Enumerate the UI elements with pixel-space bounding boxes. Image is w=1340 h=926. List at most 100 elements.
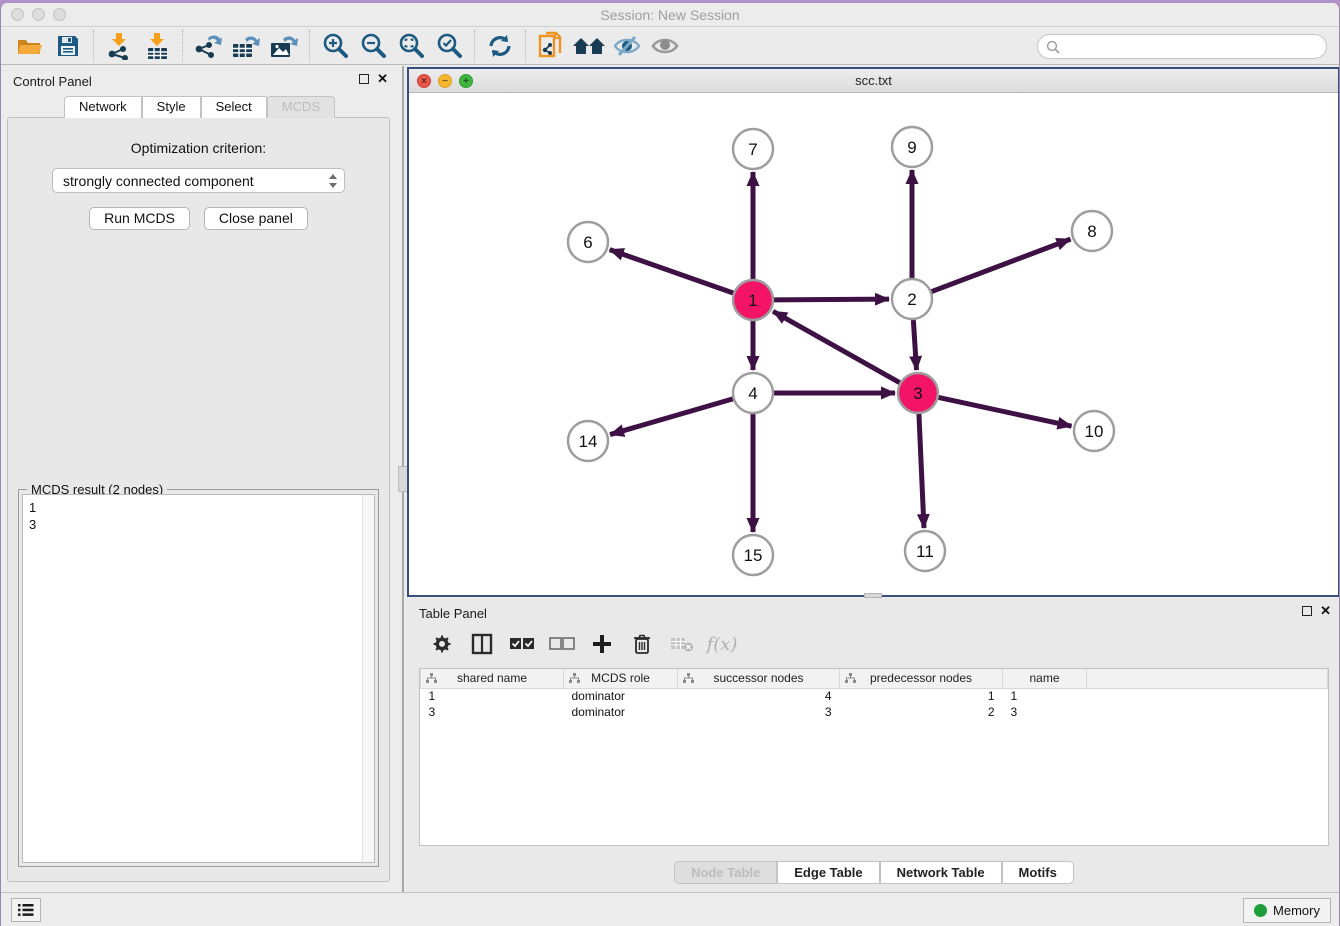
control-panel-close-icon[interactable]: ✕ (377, 74, 388, 84)
network-canvas[interactable]: 7968124314101511 (409, 93, 1338, 595)
tab-style[interactable]: Style (142, 96, 201, 118)
gear-icon (431, 633, 453, 655)
tree-icon (683, 673, 694, 684)
zoom-in-button[interactable] (316, 30, 354, 62)
tab-select[interactable]: Select (201, 96, 267, 118)
cell-name[interactable]: 1 (1003, 688, 1087, 704)
delete-column-button[interactable] (627, 629, 657, 659)
mcds-tab-content: Optimization criterion: strongly connect… (7, 117, 390, 882)
close-panel-button[interactable]: Close panel (204, 207, 308, 230)
edge-3-1[interactable] (773, 311, 900, 382)
tab-network[interactable]: Network (64, 96, 142, 118)
table-row[interactable]: 1dominator411 (421, 688, 1328, 704)
network-graph[interactable]: 7968124314101511 (409, 93, 1338, 595)
cell-successor-nodes[interactable]: 4 (678, 688, 840, 704)
cell-predecessor-nodes[interactable]: 1 (840, 688, 1003, 704)
column-header-predecessor-nodes[interactable]: predecessor nodes (840, 669, 1003, 688)
column-header-successor-nodes[interactable]: successor nodes (678, 669, 840, 688)
gear-button[interactable] (427, 629, 457, 659)
function-builder-button-disabled[interactable]: f(x) (707, 629, 737, 659)
node-table[interactable]: shared nameMCDS rolesuccessor nodesprede… (419, 668, 1329, 846)
network-view-window: × − + scc.txt 7968124314101511 (407, 67, 1340, 597)
table-panel-tabs: Node TableEdge TableNetwork TableMotifs (407, 861, 1340, 884)
cell-name[interactable]: 3 (1003, 704, 1087, 720)
cell-MCDS-role[interactable]: dominator (564, 688, 678, 704)
add-column-button[interactable] (587, 629, 617, 659)
stepper-arrows-icon (328, 173, 338, 189)
home-button[interactable] (570, 30, 608, 62)
select-all-columns-button[interactable] (507, 629, 537, 659)
cell-successor-nodes[interactable]: 3 (678, 704, 840, 720)
export-table-button[interactable] (227, 30, 265, 62)
plus-icon (592, 634, 612, 654)
tab-network-table[interactable]: Network Table (880, 861, 1002, 884)
import-table-button[interactable] (138, 30, 176, 62)
memory-button[interactable]: Memory (1243, 898, 1331, 923)
search-input[interactable] (1064, 39, 1326, 54)
export-network-button[interactable] (189, 30, 227, 62)
network-window-titlebar[interactable]: × − + scc.txt (409, 69, 1338, 93)
tab-motifs[interactable]: Motifs (1002, 861, 1074, 884)
table-panel-close-icon[interactable]: ✕ (1320, 606, 1331, 616)
save-button[interactable] (49, 30, 87, 62)
tab-edge-table[interactable]: Edge Table (777, 861, 879, 884)
toolbar-separator (93, 30, 94, 62)
zoom-out-button[interactable] (354, 30, 392, 62)
edge-1-6[interactable] (610, 250, 733, 293)
control-panel-float-icon[interactable] (359, 74, 369, 84)
edge-2-8[interactable] (932, 239, 1071, 291)
node-label-8: 8 (1087, 222, 1096, 241)
clone-network-icon (537, 31, 565, 61)
open-button[interactable] (11, 30, 49, 62)
node-label-14: 14 (579, 432, 598, 451)
mcds-result-line: 3 (29, 516, 368, 533)
run-mcds-button[interactable]: Run MCDS (89, 207, 190, 230)
export-table-icon (231, 32, 261, 60)
zoom-selected-button[interactable] (430, 30, 468, 62)
home-icon (572, 34, 606, 58)
table-row[interactable]: 3dominator323 (421, 704, 1328, 720)
import-network-button[interactable] (100, 30, 138, 62)
zoom-fit-button[interactable] (392, 30, 430, 62)
cell-shared-name[interactable]: 1 (421, 688, 564, 704)
edge-1-2[interactable] (774, 299, 889, 300)
export-image-icon (269, 32, 299, 60)
cell-shared-name[interactable]: 3 (421, 704, 564, 720)
node-label-1: 1 (748, 291, 757, 310)
task-history-button[interactable] (11, 898, 41, 922)
zoom-in-icon (321, 32, 349, 60)
edge-3-10[interactable] (939, 397, 1072, 426)
delete-table-button-disabled[interactable] (667, 629, 697, 659)
deselect-all-columns-button[interactable] (547, 629, 577, 659)
tab-node-table[interactable]: Node Table (674, 861, 777, 884)
show-selected-button[interactable] (646, 30, 684, 62)
result-scrollbar[interactable] (362, 495, 374, 862)
column-layout-icon (471, 633, 493, 655)
node-label-7: 7 (748, 140, 757, 159)
app-window: Session: New Session (0, 3, 1340, 926)
column-header-name[interactable]: name (1003, 669, 1087, 688)
refresh-button[interactable] (481, 30, 519, 62)
column-layout-button[interactable] (467, 629, 497, 659)
edge-4-14[interactable] (610, 399, 733, 435)
cell-predecessor-nodes[interactable]: 2 (840, 704, 1003, 720)
tab-mcds[interactable]: MCDS (267, 96, 335, 118)
mcds-result-list[interactable]: 13 (22, 494, 375, 863)
table-panel-float-icon[interactable] (1302, 606, 1312, 616)
optimization-criterion-label: Optimization criterion: (8, 140, 389, 156)
search-box[interactable] (1037, 34, 1327, 59)
edge-2-3[interactable] (913, 320, 916, 370)
import-table-icon (144, 32, 170, 60)
optimization-criterion-select[interactable]: strongly connected component (52, 168, 345, 193)
column-header-shared-name[interactable]: shared name (421, 669, 564, 688)
edge-3-11[interactable] (919, 414, 924, 528)
cell-empty (1087, 704, 1328, 720)
zoom-fit-icon (397, 32, 425, 60)
column-header-MCDS-role[interactable]: MCDS role (564, 669, 678, 688)
export-image-button[interactable] (265, 30, 303, 62)
hide-selected-button[interactable] (608, 30, 646, 62)
clone-network-button[interactable] (532, 30, 570, 62)
cell-MCDS-role[interactable]: dominator (564, 704, 678, 720)
window-title: Session: New Session (1, 7, 1339, 23)
delete-table-icon (670, 635, 694, 653)
